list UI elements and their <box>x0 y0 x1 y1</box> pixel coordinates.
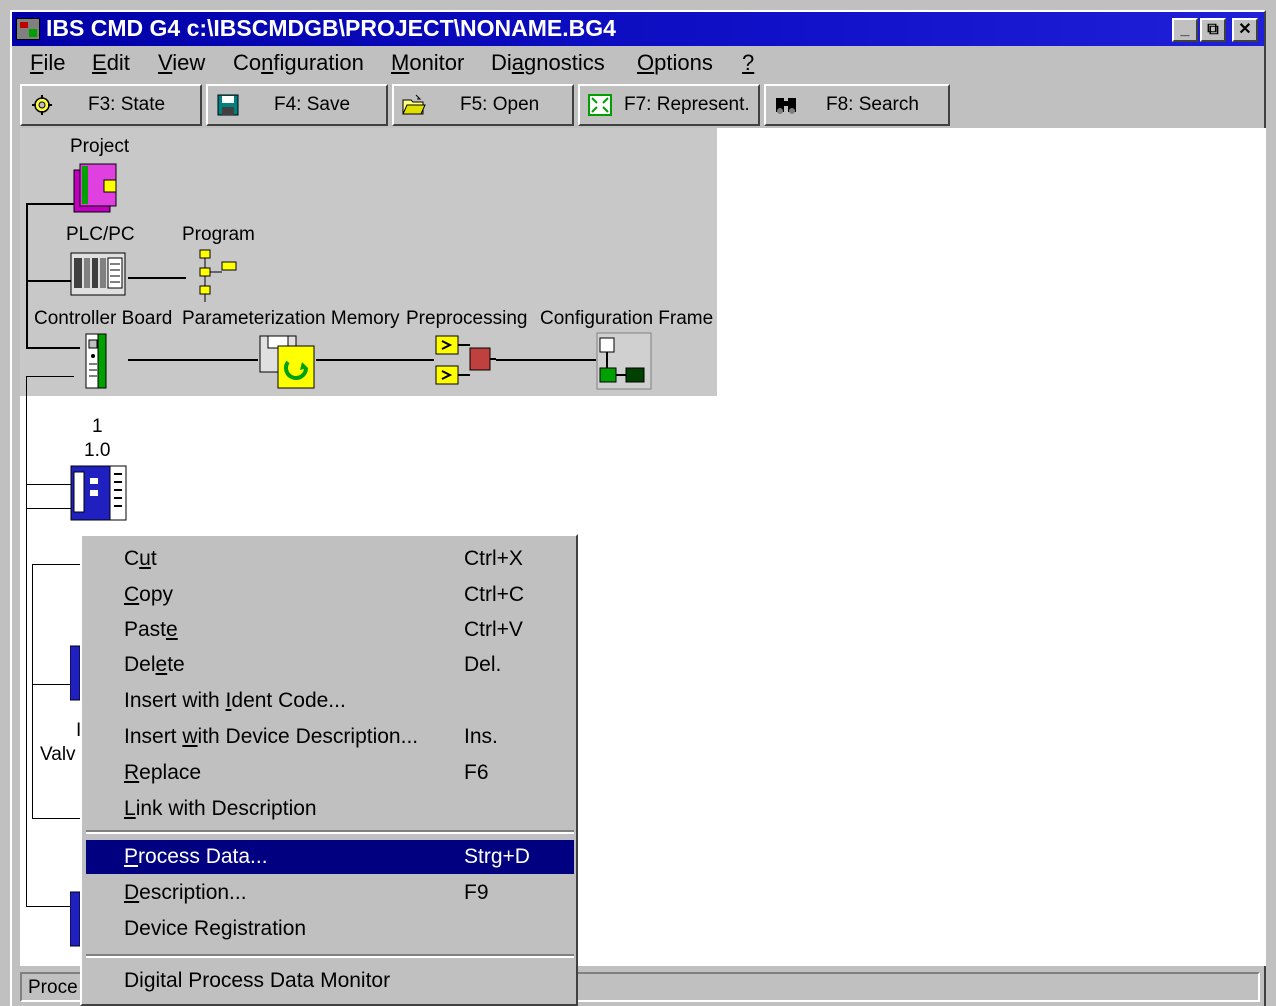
search-button[interactable]: F8: Search <box>764 84 950 126</box>
menu-item-insert-device-description[interactable]: Insert with Device Description... Ins. <box>86 720 574 754</box>
controller-board-label: Controller Board <box>34 308 173 329</box>
menu-view[interactable]: View <box>158 50 205 76</box>
configuration-frame-icon[interactable] <box>596 332 652 390</box>
tree-line <box>26 626 27 906</box>
device-icon-partial[interactable] <box>70 890 80 948</box>
tree-line <box>496 359 596 361</box>
state-button[interactable]: F3: State <box>20 84 202 126</box>
context-menu: Cut Ctrl+X Copy Ctrl+C Paste Ctrl+V Delete D… <box>80 534 578 1006</box>
program-label: Program <box>182 224 255 245</box>
plc-pc-label: PLC/PC <box>66 224 135 245</box>
tree-line <box>26 376 74 377</box>
minimize-icon: _ <box>1180 21 1190 38</box>
tree-line <box>32 818 80 819</box>
menu-separator <box>86 954 574 958</box>
binoculars-icon <box>776 98 796 114</box>
title-bar[interactable]: IBS CMD G4 c:\IBSCMDGB\PROJECT\NONAME.BG… <box>12 12 1264 46</box>
tree-line <box>32 564 80 565</box>
menu-item-insert-ident-code[interactable]: Insert with Ident Code... <box>86 684 574 718</box>
menu-item-copy[interactable]: Copy Ctrl+C <box>86 578 574 612</box>
open-folder-icon <box>402 94 426 115</box>
minimize-button[interactable]: _ <box>1172 18 1198 42</box>
tree-line <box>26 203 28 348</box>
menu-file[interactable]: File <box>30 50 65 76</box>
menu-item-link-description[interactable]: Link with Description <box>86 792 574 826</box>
project-book-icon[interactable] <box>68 160 124 216</box>
menu-monitor[interactable]: Monitor <box>391 50 464 76</box>
device-icon-partial[interactable] <box>70 644 80 702</box>
program-flowchart-icon[interactable] <box>194 248 242 304</box>
preprocessing-icon[interactable] <box>434 332 496 390</box>
menu-diagnostics[interactable]: Diagnostics <box>491 50 605 76</box>
bus-terminal-icon[interactable] <box>70 464 128 522</box>
valve-label-partial: Valv <box>40 744 76 765</box>
save-button[interactable]: F4: Save <box>206 84 388 126</box>
tree-line <box>128 359 258 361</box>
menu-item-delete[interactable]: Delete Del. <box>86 648 574 682</box>
tree-line <box>32 564 33 818</box>
plc-icon[interactable] <box>70 252 126 296</box>
close-button[interactable]: ✕ <box>1232 18 1258 42</box>
menu-separator <box>86 830 574 834</box>
menu-bar: File Edit View Configuration Monitor Dia… <box>12 46 1264 82</box>
window-title: IBS CMD G4 c:\IBSCMDGB\PROJECT\NONAME.BG… <box>46 15 616 41</box>
preprocessing-label: Preprocessing <box>406 308 528 329</box>
represent-button[interactable]: F7: Represent. <box>578 84 760 126</box>
restore-icon: ⧉ <box>1207 21 1219 38</box>
tree-line <box>26 203 74 205</box>
menu-configuration[interactable]: Configuration <box>233 50 364 76</box>
app-icon[interactable] <box>16 18 40 40</box>
device-address: 1.0 <box>84 440 111 461</box>
menu-edit[interactable]: Edit <box>92 50 130 76</box>
tree-line <box>26 376 27 626</box>
menu-item-digital-process-data-monitor[interactable]: Digital Process Data Monitor <box>86 964 574 998</box>
toolbar: F3: State F4: Save F5: Open F7: Represen… <box>20 84 1260 126</box>
tree-line <box>26 906 74 907</box>
close-icon: ✕ <box>1238 21 1252 38</box>
menu-options[interactable]: Options <box>637 50 713 76</box>
parameterization-memory-icon[interactable] <box>258 332 318 390</box>
tree-line <box>26 347 80 349</box>
menu-help[interactable]: ? <box>742 50 754 76</box>
represent-icon <box>588 94 612 116</box>
tree-line <box>26 484 72 485</box>
tree-line <box>26 280 72 282</box>
parameterization-memory-label: Parameterization Memory <box>182 308 400 329</box>
menu-item-device-registration[interactable]: Device Registration <box>86 912 574 946</box>
device-number: 1 <box>92 416 103 437</box>
save-icon <box>217 94 239 116</box>
menu-item-replace[interactable]: Replace F6 <box>86 756 574 790</box>
menu-item-process-data[interactable]: Process Data... Strg+D <box>86 840 574 874</box>
menu-item-cut[interactable]: Cut Ctrl+X <box>86 542 574 576</box>
open-button[interactable]: F5: Open <box>392 84 574 126</box>
tree-line <box>128 277 186 279</box>
project-label: Project <box>70 136 130 157</box>
menu-item-description[interactable]: Description... F9 <box>86 876 574 910</box>
controller-board-icon[interactable] <box>80 332 110 390</box>
state-icon <box>32 95 52 115</box>
menu-item-paste[interactable]: Paste Ctrl+V <box>86 613 574 647</box>
configuration-frame-label: Configuration Frame <box>540 308 714 329</box>
restore-button[interactable]: ⧉ <box>1200 18 1226 42</box>
tree-line <box>316 359 434 361</box>
